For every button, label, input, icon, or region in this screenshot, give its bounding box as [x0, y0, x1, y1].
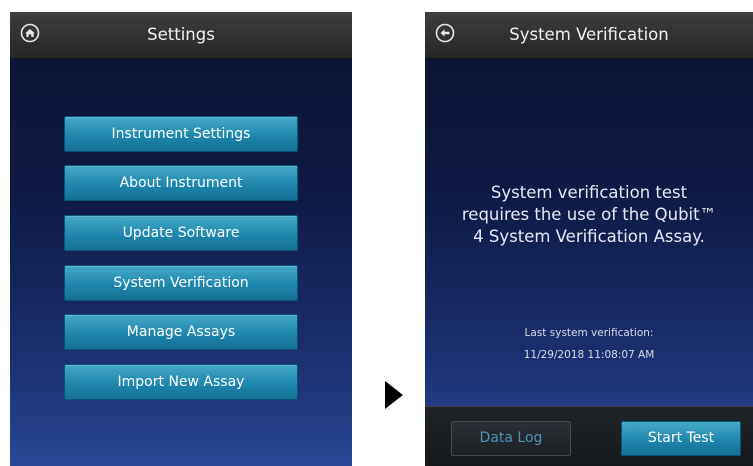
- verification-topbar: System Verification: [425, 12, 753, 59]
- page-title: System Verification: [509, 25, 669, 44]
- system-verification-button[interactable]: System Verification: [64, 265, 298, 301]
- manage-assays-button[interactable]: Manage Assays: [64, 314, 298, 350]
- data-log-button[interactable]: Data Log: [451, 421, 571, 456]
- instrument-settings-button[interactable]: Instrument Settings: [64, 116, 298, 152]
- start-test-button[interactable]: Start Test: [621, 421, 741, 456]
- about-instrument-button[interactable]: About Instrument: [64, 165, 298, 201]
- verification-message: System verification test requires the us…: [435, 182, 743, 248]
- right-arrow-icon: [385, 381, 403, 409]
- system-verification-screen: System Verification System verification …: [425, 12, 753, 466]
- last-verification-label: Last system verification:: [524, 327, 654, 339]
- settings-topbar: Settings: [10, 12, 352, 59]
- last-verification-timestamp: 11/29/2018 11:08:07 AM: [523, 349, 655, 361]
- message-line: System verification test: [490, 183, 688, 202]
- settings-screen: Settings Instrument Settings About Instr…: [10, 12, 352, 466]
- page-title: Settings: [147, 25, 215, 44]
- message-line: 4 System Verification Assay.: [473, 227, 705, 246]
- update-software-button[interactable]: Update Software: [64, 215, 298, 251]
- import-new-assay-button[interactable]: Import New Assay: [64, 364, 298, 400]
- bottom-toolbar: Data Log Start Test: [425, 406, 753, 466]
- message-line: requires the use of the Qubit™: [461, 205, 717, 224]
